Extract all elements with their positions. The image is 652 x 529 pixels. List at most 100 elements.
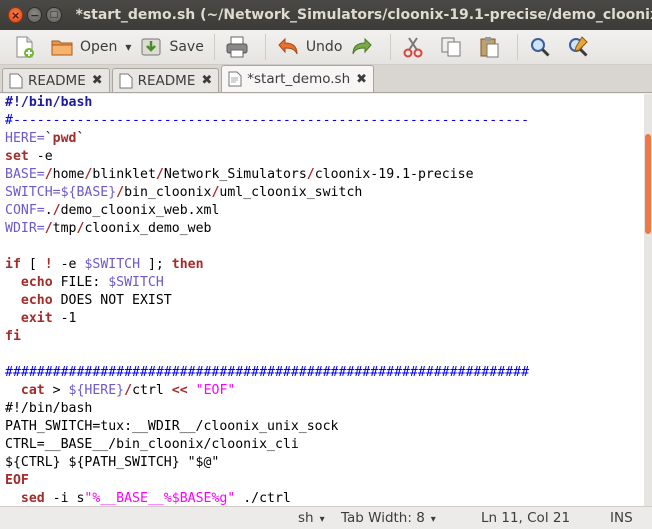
close-tab-icon[interactable]: ✖	[356, 72, 367, 87]
status-bar: sh ▾ Tab Width: 8 ▾ Ln 11, Col 21 INS	[0, 506, 652, 529]
code-token: CONF=	[5, 203, 45, 218]
language-selector[interactable]: sh ▾	[298, 510, 325, 526]
code-line[interactable]: SWITCH=${BASE}/bin_cloonix/uml_cloonix_s…	[5, 184, 644, 202]
tab-label: README	[137, 72, 196, 89]
code-token: echo	[20, 293, 53, 308]
paste-icon	[480, 37, 499, 58]
code-token: #!/bin/bash	[5, 401, 93, 416]
code-line[interactable]: WDIR=/tmp/cloonix_demo_web	[5, 220, 644, 238]
print-button[interactable]	[221, 32, 259, 62]
text-editor[interactable]: #!/bin/bash #----------------------------…	[0, 94, 644, 506]
tab-readme-1[interactable]: README ✖	[2, 68, 110, 92]
code-token: bin_cloonix	[124, 185, 212, 200]
paste-button[interactable]	[473, 32, 511, 62]
open-button[interactable]: Open	[46, 32, 121, 62]
code-token: HERE=	[5, 131, 45, 146]
code-line[interactable]: ########################################…	[5, 364, 644, 382]
code-token: sed	[20, 491, 45, 506]
code-line[interactable]: #!/bin/bash	[5, 94, 644, 112]
find-replace-icon	[569, 36, 589, 57]
code-token: ctrl	[132, 383, 172, 398]
document-tabs: README ✖ README ✖ *start_demo.sh ✖	[0, 65, 652, 93]
code-token: exit	[20, 311, 53, 326]
undo-button[interactable]: Undo	[272, 32, 347, 62]
code-token: if	[5, 257, 21, 272]
code-line[interactable]: if [ ! -e $SWITCH ]; then	[5, 256, 644, 274]
code-token: "%__BASE__%$BASE%g"	[84, 491, 236, 506]
code-token: EOF	[5, 473, 29, 488]
document-icon	[9, 73, 23, 88]
new-button[interactable]	[8, 32, 46, 62]
title-bar[interactable]: × − □ *start_demo.sh (~/Network_Simulato…	[0, 0, 652, 30]
code-token: cloonix_demo_web	[84, 221, 212, 236]
open-folder-icon	[51, 40, 73, 56]
close-tab-icon[interactable]: ✖	[92, 73, 103, 88]
close-window-button[interactable]: ×	[8, 7, 24, 23]
code-line[interactable]: HERE=`pwd`	[5, 130, 644, 148]
code-token: /	[124, 383, 133, 398]
code-line[interactable]: set -e	[5, 148, 644, 166]
find-replace-button[interactable]	[562, 32, 600, 62]
tab-readme-2[interactable]: README ✖	[111, 68, 220, 92]
code-line[interactable]: #!/bin/bash	[5, 400, 644, 418]
close-tab-icon[interactable]: ✖	[201, 73, 212, 88]
code-token: /	[306, 167, 315, 182]
open-label: Open	[80, 39, 118, 55]
code-token: $SWITCH	[108, 275, 164, 290]
code-line[interactable]: EOF	[5, 472, 644, 490]
code-line[interactable]: cat > ${HERE}/ctrl << "EOF"	[5, 382, 644, 400]
code-line[interactable]: echo FILE: $SWITCH	[5, 274, 644, 292]
print-icon	[226, 36, 248, 58]
code-line[interactable]	[5, 238, 644, 256]
code-line[interactable]: BASE=/home/blinklet/Network_Simulators/c…	[5, 166, 644, 184]
code-token: /	[116, 185, 125, 200]
code-line[interactable]: CONF=./demo_cloonix_web.xml	[5, 202, 644, 220]
copy-button[interactable]	[435, 32, 473, 62]
code-token: demo_cloonix_web.xml	[60, 203, 220, 218]
code-token: CTRL=__BASE__/bin_cloonix/cloonix_cli	[5, 437, 299, 452]
redo-icon	[352, 37, 373, 55]
code-line[interactable]: fi	[5, 328, 644, 346]
code-token: FILE:	[52, 275, 109, 290]
code-line[interactable]: PATH_SWITCH=tux:__WDIR__/cloonix_unix_so…	[5, 418, 644, 436]
code-view[interactable]: #!/bin/bash #----------------------------…	[0, 94, 644, 506]
minimize-window-button[interactable]: −	[27, 7, 43, 23]
code-token: ];	[140, 257, 172, 272]
close-icon: ×	[10, 8, 21, 22]
toolbar: Open ▾ Save Undo	[0, 30, 652, 65]
cut-button[interactable]	[397, 32, 435, 62]
code-token: then	[171, 257, 204, 272]
code-line[interactable]: exit -1	[5, 310, 644, 328]
undo-label: Undo	[305, 39, 343, 55]
code-token: /	[44, 167, 53, 182]
save-button[interactable]: Save	[135, 32, 207, 62]
code-token: tmp	[52, 221, 77, 236]
code-line[interactable]: ${CTRL} ${PATH_SWITCH} "$@"	[5, 454, 644, 472]
tab-width-selector[interactable]: Tab Width: 8 ▾	[341, 510, 436, 526]
open-dropdown-button[interactable]: ▾	[121, 32, 135, 62]
redo-button[interactable]	[346, 32, 384, 62]
code-token: <<	[171, 383, 188, 398]
code-token: home	[52, 167, 85, 182]
find-button[interactable]	[524, 32, 562, 62]
chevron-down-icon: ▾	[125, 40, 132, 54]
new-document-icon	[16, 36, 34, 58]
chevron-down-icon: ▾	[430, 514, 436, 525]
code-line[interactable]: CTRL=__BASE__/bin_cloonix/cloonix_cli	[5, 436, 644, 454]
code-line[interactable]	[5, 346, 644, 364]
tab-start-demo[interactable]: *start_demo.sh ✖	[221, 65, 375, 92]
scrollbar-thumb[interactable]	[645, 134, 651, 234]
find-icon	[531, 38, 550, 57]
code-line[interactable]: sed -i s"%__BASE__%$BASE%g" ./ctrl	[5, 490, 644, 506]
code-token: ${BASE}	[60, 185, 117, 200]
tab-label: *start_demo.sh	[247, 71, 351, 87]
maximize-window-button[interactable]: □	[46, 7, 62, 23]
vertical-scrollbar[interactable]	[644, 94, 652, 506]
code-token: -e	[28, 149, 53, 164]
code-line[interactable]: #---------------------------------------…	[5, 112, 644, 130]
cursor-position: Ln 11, Col 21	[481, 510, 571, 526]
code-line[interactable]: echo DOES NOT EXIST	[5, 292, 644, 310]
